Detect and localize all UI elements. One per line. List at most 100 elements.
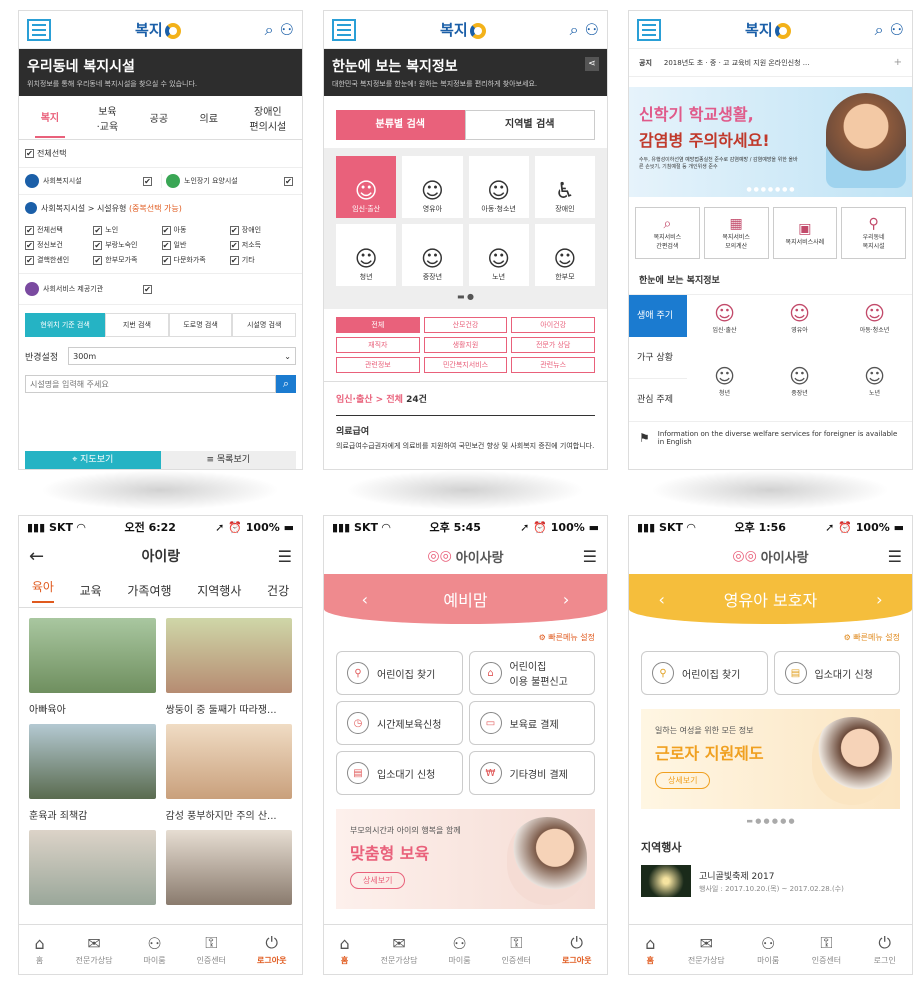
user-icon[interactable]: ⚇ [890, 20, 904, 40]
tag-item[interactable]: 산모건강 [423, 317, 508, 333]
more-button[interactable]: 상세보기 [350, 872, 406, 889]
tab-health[interactable]: 건강 [267, 582, 289, 599]
type-option[interactable]: ✔ 노인 [93, 225, 159, 235]
menu-icon[interactable] [27, 18, 51, 41]
menu-daycare-complaint[interactable]: ⌂ 어린이집 이용 불편신고 [468, 651, 595, 695]
side-tab-household[interactable]: 가구 상황 [629, 337, 687, 379]
event-item[interactable]: 고니골빛축제 2017 행사일 : 2017.10.20.(목) ~ 2017.… [629, 861, 912, 901]
share-icon[interactable]: ⋖ [585, 57, 599, 71]
notice-text[interactable]: 2018년도 초 · 중 · 고 교육비 지원 온라인신청 ... [664, 58, 810, 68]
tab-region-search[interactable]: 지역별 검색 [464, 110, 595, 140]
facility-search-input[interactable] [25, 375, 276, 393]
next-arrow-icon[interactable]: › [563, 590, 569, 609]
nav-login[interactable]: ⏻ 로그인 [874, 933, 896, 966]
category-tile[interactable]: ☺ 중장년 [402, 224, 463, 286]
type-option[interactable]: ✔ 부랑노숙인 [93, 240, 159, 250]
tag-item[interactable]: 전문가 상담 [511, 337, 595, 353]
tab-welfare[interactable]: 복지 [34, 97, 66, 138]
lifecycle-item[interactable]: ☺ 임신·출산 [687, 301, 762, 358]
tab-family-trip[interactable]: 가족여행 [127, 582, 171, 599]
list-view-button[interactable]: ≡ 목록보기 [160, 451, 296, 469]
tab-current-location[interactable]: 현위치 기준 검색 [25, 313, 106, 337]
category-tile[interactable]: ☺ 청년 [336, 224, 397, 286]
tag-item[interactable]: 재직자 [336, 337, 420, 353]
tab-road-search[interactable]: 도로명 검색 [168, 313, 233, 337]
prev-arrow-icon[interactable]: ‹ [362, 590, 368, 609]
nav-consult[interactable]: ✉ 전문가상담 [381, 934, 418, 966]
menu-hourly-care[interactable]: ◷ 시간제보육신청 [336, 701, 463, 745]
english-info[interactable]: Information on the diverse welfare servi… [658, 430, 902, 446]
list-item[interactable]: 의료급여 의료급여수급권자에게 의료비를 지원하여 국민보건 향상 및 사회복지… [324, 416, 607, 460]
promo-banner[interactable]: 부모의시간과 아이의 행복을 함께 맞춤형 보육 상세보기 [336, 809, 595, 909]
gear-icon[interactable]: ⚙ [539, 633, 546, 642]
tag-all[interactable]: 전체 [336, 317, 420, 333]
checkbox-service[interactable]: ✔ [143, 284, 152, 294]
tab-education[interactable]: 교육 [80, 582, 102, 599]
quick-simulation[interactable]: ▦ 복지서비스 모의계산 [703, 207, 769, 259]
user-icon[interactable]: ⚇ [585, 20, 599, 40]
tag-item[interactable]: 관련뉴스 [511, 357, 595, 373]
tag-item[interactable]: 아이건강 [511, 317, 595, 333]
type-option[interactable]: ✔ 정신보건 [25, 240, 91, 250]
lifecycle-item[interactable]: ☺ 노년 [837, 364, 912, 421]
nav-consult[interactable]: ✉ 전문가상담 [688, 934, 725, 966]
menu-icon[interactable]: ☰ [583, 547, 597, 566]
tab-local-event[interactable]: 지역행사 [197, 582, 241, 599]
lifecycle-item[interactable]: ☺ 아동·청소년 [837, 301, 912, 358]
category-tile[interactable]: ♿ 장애인 [534, 156, 595, 218]
search-icon[interactable]: ⌕ [570, 20, 579, 40]
quick-menu-setting[interactable]: 빠른메뉴 설정 [853, 633, 900, 642]
menu-daycare-find[interactable]: ⚲ 어린이집 찾기 [336, 651, 463, 695]
category-tile[interactable]: ☺ 임신·출산 [336, 156, 397, 218]
article-card[interactable]: 훈육과 죄책감 [29, 724, 156, 822]
flag-icon[interactable]: ⚑ [639, 431, 650, 445]
type-option[interactable]: ✔ 장애인 [229, 225, 296, 235]
lifecycle-item[interactable]: ☺ 청년 [687, 364, 762, 421]
gear-icon[interactable]: ⚙ [844, 633, 851, 642]
checkbox-all[interactable]: ✔ [25, 149, 34, 158]
plus-icon[interactable]: + [894, 57, 902, 68]
nav-logout[interactable]: ⏻ 로그아웃 [257, 933, 286, 966]
tag-item[interactable]: 생활지원 [423, 337, 508, 353]
menu-icon[interactable] [332, 18, 356, 41]
radius-select[interactable]: 300m ⌄ [68, 347, 296, 365]
nav-home[interactable]: ⌂ 홈 [340, 934, 350, 966]
checkbox-social-welfare[interactable]: ✔ [143, 176, 152, 186]
tab-category-search[interactable]: 분류별 검색 [336, 110, 465, 140]
tab-childcare[interactable]: 보육 ·교육 [97, 103, 119, 133]
nav-myroom[interactable]: ⚇ 마이룸 [448, 934, 470, 966]
type-option[interactable]: ✔ 결핵한센인 [25, 255, 91, 265]
quick-menu-setting[interactable]: 빠른메뉴 설정 [548, 633, 595, 642]
article-card[interactable] [165, 830, 292, 905]
menu-waitlist[interactable]: ▤ 입소대기 신청 [773, 651, 900, 695]
back-icon[interactable]: ← [29, 546, 44, 567]
nav-auth[interactable]: ⚿ 인증센터 [812, 933, 841, 966]
next-arrow-icon[interactable]: › [876, 590, 882, 609]
type-option[interactable]: ✔ 다문화가족 [161, 255, 228, 265]
category-tile[interactable]: ☺ 노년 [468, 224, 529, 286]
quick-facilities[interactable]: ⚲ 우리동네 복지시설 [841, 207, 906, 259]
checkbox-elder-care[interactable]: ✔ [284, 176, 293, 186]
nav-myroom[interactable]: ⚇ 마이룸 [143, 934, 165, 966]
user-icon[interactable]: ⚇ [280, 20, 294, 40]
type-option[interactable]: ✔ 기타 [229, 255, 296, 265]
promo-banner[interactable]: 일하는 여성을 위한 모든 정보 근로자 지원제도 상세보기 [641, 709, 900, 809]
more-button[interactable]: 상세보기 [655, 772, 711, 789]
tab-lot-search[interactable]: 지번 검색 [105, 313, 169, 337]
tab-parenting[interactable]: 육아 [31, 578, 54, 603]
search-icon[interactable]: ⌕ [875, 20, 884, 40]
nav-consult[interactable]: ✉ 전문가상담 [76, 934, 113, 966]
prev-arrow-icon[interactable]: ‹ [658, 590, 664, 609]
map-view-button[interactable]: ⌖ 지도보기 [25, 451, 161, 469]
article-card[interactable]: 감성 풍부하지만 주의 산... [165, 724, 292, 822]
tab-public[interactable]: 공공 [150, 110, 168, 125]
type-option[interactable]: ✔ 전체선택 [25, 225, 91, 235]
menu-fee-payment[interactable]: ▭ 보육료 결제 [468, 701, 595, 745]
type-option[interactable]: ✔ 한부모가족 [93, 255, 159, 265]
article-card[interactable]: 아빠육아 [29, 618, 156, 716]
side-tab-interest[interactable]: 관심 주제 [629, 379, 687, 421]
type-option[interactable]: ✔ 아동 [161, 225, 228, 235]
search-icon[interactable]: ⌕ [265, 20, 274, 40]
menu-icon[interactable] [637, 18, 661, 41]
nav-home[interactable]: ⌂ 홈 [35, 934, 45, 966]
